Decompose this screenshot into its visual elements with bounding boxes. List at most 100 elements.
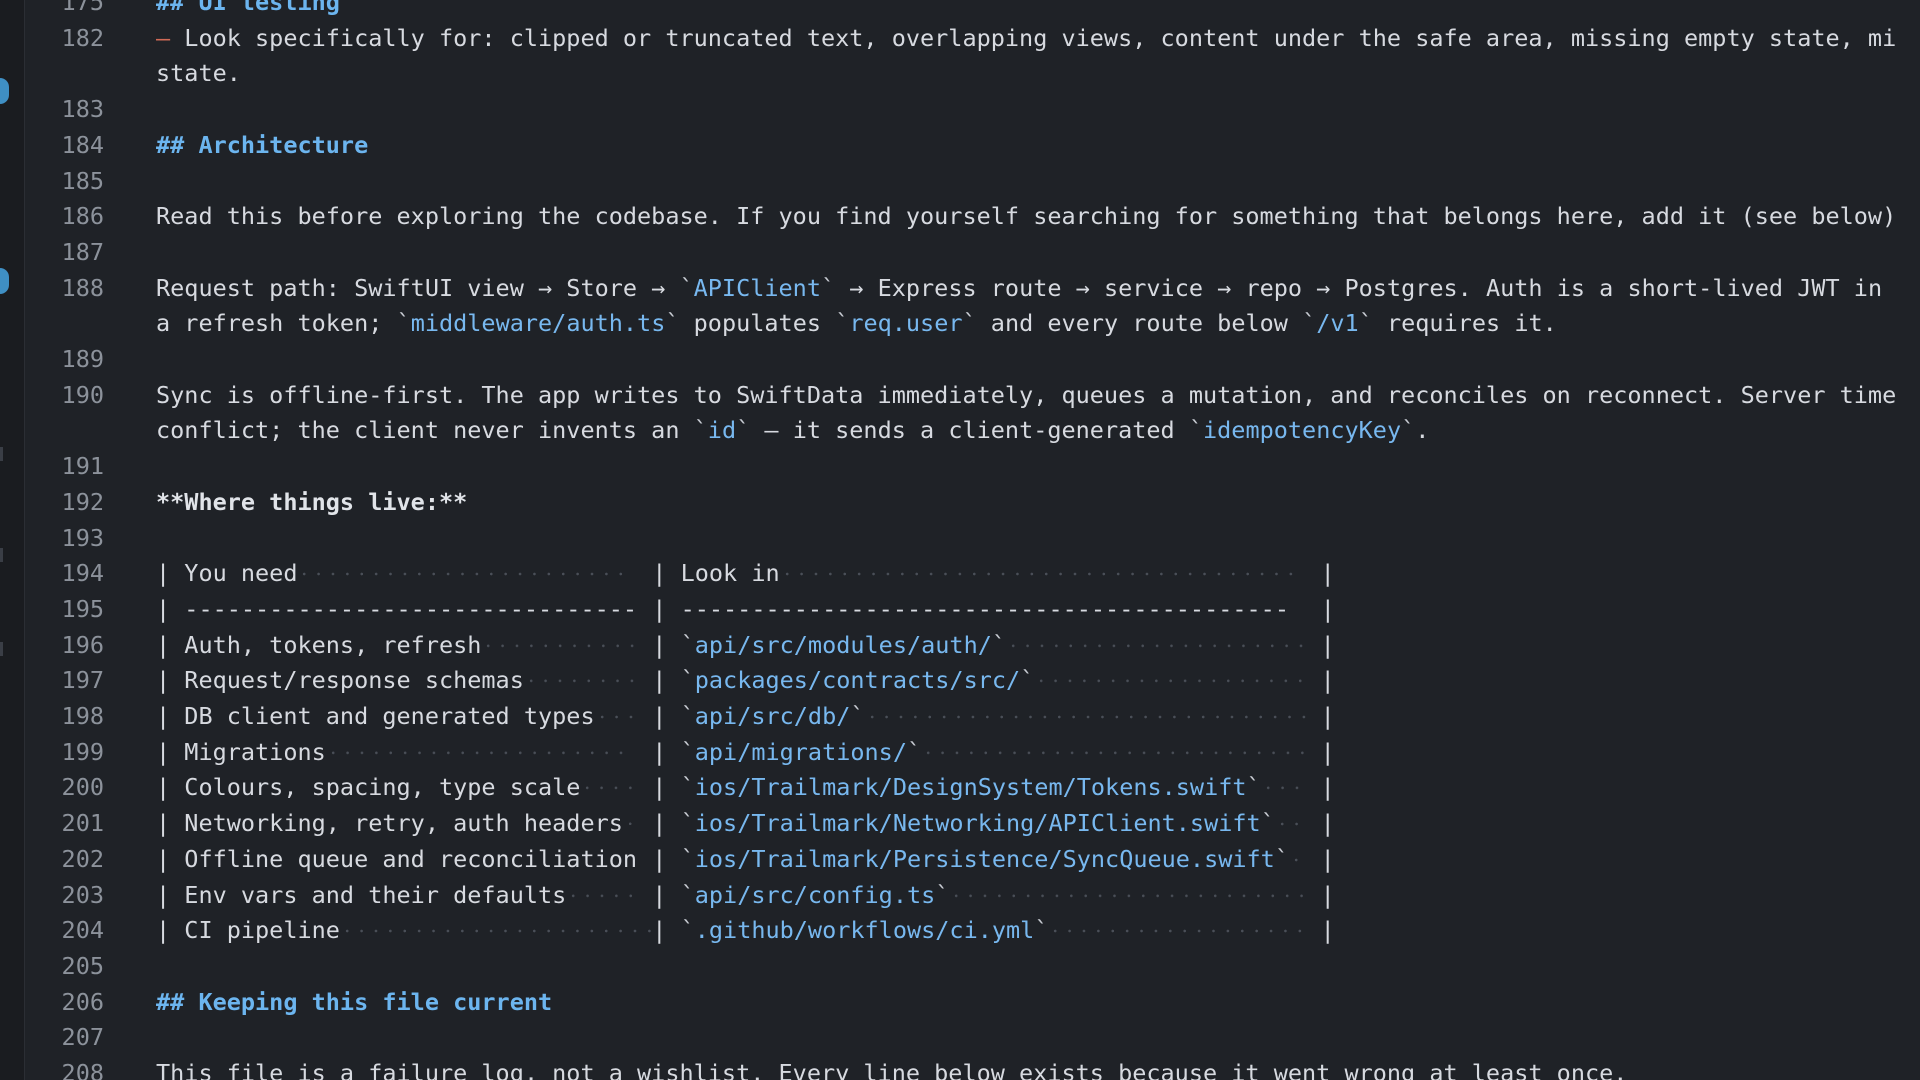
line-number: 189 (61, 345, 104, 374)
editor-line: 187 (24, 235, 1920, 271)
line-number: 205 (61, 951, 104, 980)
table-cell: Offline queue and reconciliation (184, 844, 638, 873)
markdown-heading: ## Architecture (156, 130, 369, 159)
editor-line: 183 (24, 92, 1920, 128)
editor-line: 191 (24, 449, 1920, 485)
line-number: 193 (61, 523, 104, 552)
inline-code: req.user (849, 309, 963, 338)
table-header-cell: Look in (681, 556, 1321, 592)
line-number: 201 (61, 809, 104, 838)
gutter-tick (0, 548, 3, 562)
table-cell: `.github/workflows/ci.yml` (681, 913, 1321, 949)
bullet-text: – Look specifically for: clipped or trun… (156, 21, 1920, 92)
bullet-dash: – (156, 23, 185, 52)
table-cell: `api/migrations/` (681, 734, 1321, 771)
line-number: 175 (61, 0, 104, 16)
table-row: 196 | Auth, tokens, refresh | `api/src/m… (24, 627, 1920, 664)
inline-code: id (707, 416, 737, 445)
line-number: 186 (61, 202, 104, 231)
markdown-heading: ## UI testing (156, 0, 340, 16)
change-marker-icon[interactable] (0, 268, 9, 294)
editor-line: 188 Request path: SwiftUI view → Store →… (24, 271, 1920, 342)
table-row: 203 | Env vars and their defaults | `api… (24, 877, 1920, 914)
editor-line: 205 (24, 949, 1920, 985)
editor-line: 192 **Where things live:** (24, 485, 1920, 521)
table-cell: `ios/Trailmark/DesignSystem/Tokens.swift… (681, 770, 1321, 807)
gutter-tick (0, 447, 3, 461)
change-marker-icon[interactable] (0, 78, 9, 104)
editor-line: 208 This file is a failure log, not a wi… (24, 1056, 1920, 1080)
line-number: 185 (61, 166, 104, 195)
table-cell: Migrations (184, 734, 652, 771)
line-number: 198 (61, 702, 104, 731)
line-number: 197 (61, 666, 104, 695)
inline-code: /v1 (1316, 309, 1359, 338)
line-number: 184 (61, 130, 104, 159)
editor-line: 193 (24, 521, 1920, 557)
editor-line: 186 Read this before exploring the codeb… (24, 199, 1920, 235)
paragraph-text: Read this before exploring the codebase.… (156, 202, 1897, 231)
line-number: 208 (61, 1059, 104, 1080)
table-cell: DB client and generated types (184, 699, 652, 735)
table-row: 197 | Request/response schemas | `packag… (24, 663, 1920, 700)
editor-line: 207 (24, 1020, 1920, 1056)
line-number: 191 (61, 452, 104, 481)
table-header-row: 194 | You need | Look in | (24, 556, 1920, 592)
line-number: 183 (61, 95, 104, 124)
line-number: 187 (61, 237, 104, 266)
line-number: 196 (61, 630, 104, 659)
line-number: 203 (61, 880, 104, 909)
bold-text: **Where things live:** (156, 487, 468, 516)
editor-line: 206 ## Keeping this file current (24, 985, 1920, 1021)
table-cell: `ios/Trailmark/Persistence/SyncQueue.swi… (681, 841, 1321, 878)
line-number: 195 (61, 594, 104, 623)
table-cell: `api/src/modules/auth/` (681, 627, 1321, 664)
line-number: 202 (61, 844, 104, 873)
bullet-continuation: state. (156, 59, 241, 88)
inline-code: idempotencyKey (1203, 416, 1402, 445)
editor-line: 185 (24, 164, 1920, 200)
markdown-heading: ## Keeping this file current (156, 987, 553, 1016)
table-row: 200 | Colours, spacing, type scale | `io… (24, 770, 1920, 807)
table-cell: `api/src/config.ts` (681, 877, 1321, 914)
table-cell: CI pipeline (184, 913, 653, 949)
table-cell: Networking, retry, auth headers (184, 806, 652, 842)
paragraph-text: This file is a failure log, not a wishli… (156, 1059, 1628, 1080)
inline-code: APIClient (693, 273, 821, 302)
table-row: 204 | CI pipeline | `.github/workflows/c… (24, 913, 1920, 949)
gutter (0, 0, 25, 1080)
editor-line: 175 ## UI testing (24, 0, 1920, 21)
code-editor[interactable]: 175 ## UI testing 182 – Look specificall… (24, 0, 1920, 1080)
table-header-cell: You need (184, 556, 652, 592)
table-row: 198 | DB client and generated types | `a… (24, 699, 1920, 735)
table-cell: Colours, spacing, type scale (184, 770, 652, 807)
line-number: 207 (61, 1023, 104, 1052)
table-cell: `packages/contracts/src/` (681, 663, 1321, 700)
table-row: 201 | Networking, retry, auth headers | … (24, 806, 1920, 842)
table-row: 199 | Migrations | `api/migrations/` | (24, 734, 1920, 771)
editor-line: 184 ## Architecture (24, 128, 1920, 164)
line-number: 206 (61, 987, 104, 1016)
editor-line: 189 (24, 342, 1920, 378)
line-number: 194 (61, 559, 104, 588)
table-cell: `api/src/db/` (681, 699, 1321, 735)
table-cell: Env vars and their defaults (184, 877, 652, 914)
line-number: 204 (61, 916, 104, 945)
table-row: 202 | Offline queue and reconciliation | … (24, 841, 1920, 878)
line-number: 182 (61, 23, 104, 52)
line-number: 200 (61, 773, 104, 802)
table-cell: Auth, tokens, refresh (184, 627, 652, 664)
paragraph-text: Request path: SwiftUI view → Store → `AP… (156, 273, 1883, 338)
table-cell: `ios/Trailmark/Networking/APIClient.swif… (681, 806, 1321, 842)
bullet-content: Look specifically for: clipped or trunca… (184, 23, 1897, 52)
paragraph-text: Sync is offline-first. The app writes to… (156, 380, 1897, 445)
editor-line: 190 Sync is offline-first. The app write… (24, 378, 1920, 449)
line-number: 199 (61, 737, 104, 766)
line-number: 192 (61, 487, 104, 516)
editor-line: 182 – Look specifically for: clipped or … (24, 21, 1920, 92)
inline-code: middleware/auth.ts (410, 309, 666, 338)
table-separator-row: 195 | -------------------------------- | … (24, 592, 1920, 628)
gutter-tick (0, 642, 3, 656)
line-number: 190 (61, 380, 104, 409)
line-number: 188 (61, 273, 104, 302)
